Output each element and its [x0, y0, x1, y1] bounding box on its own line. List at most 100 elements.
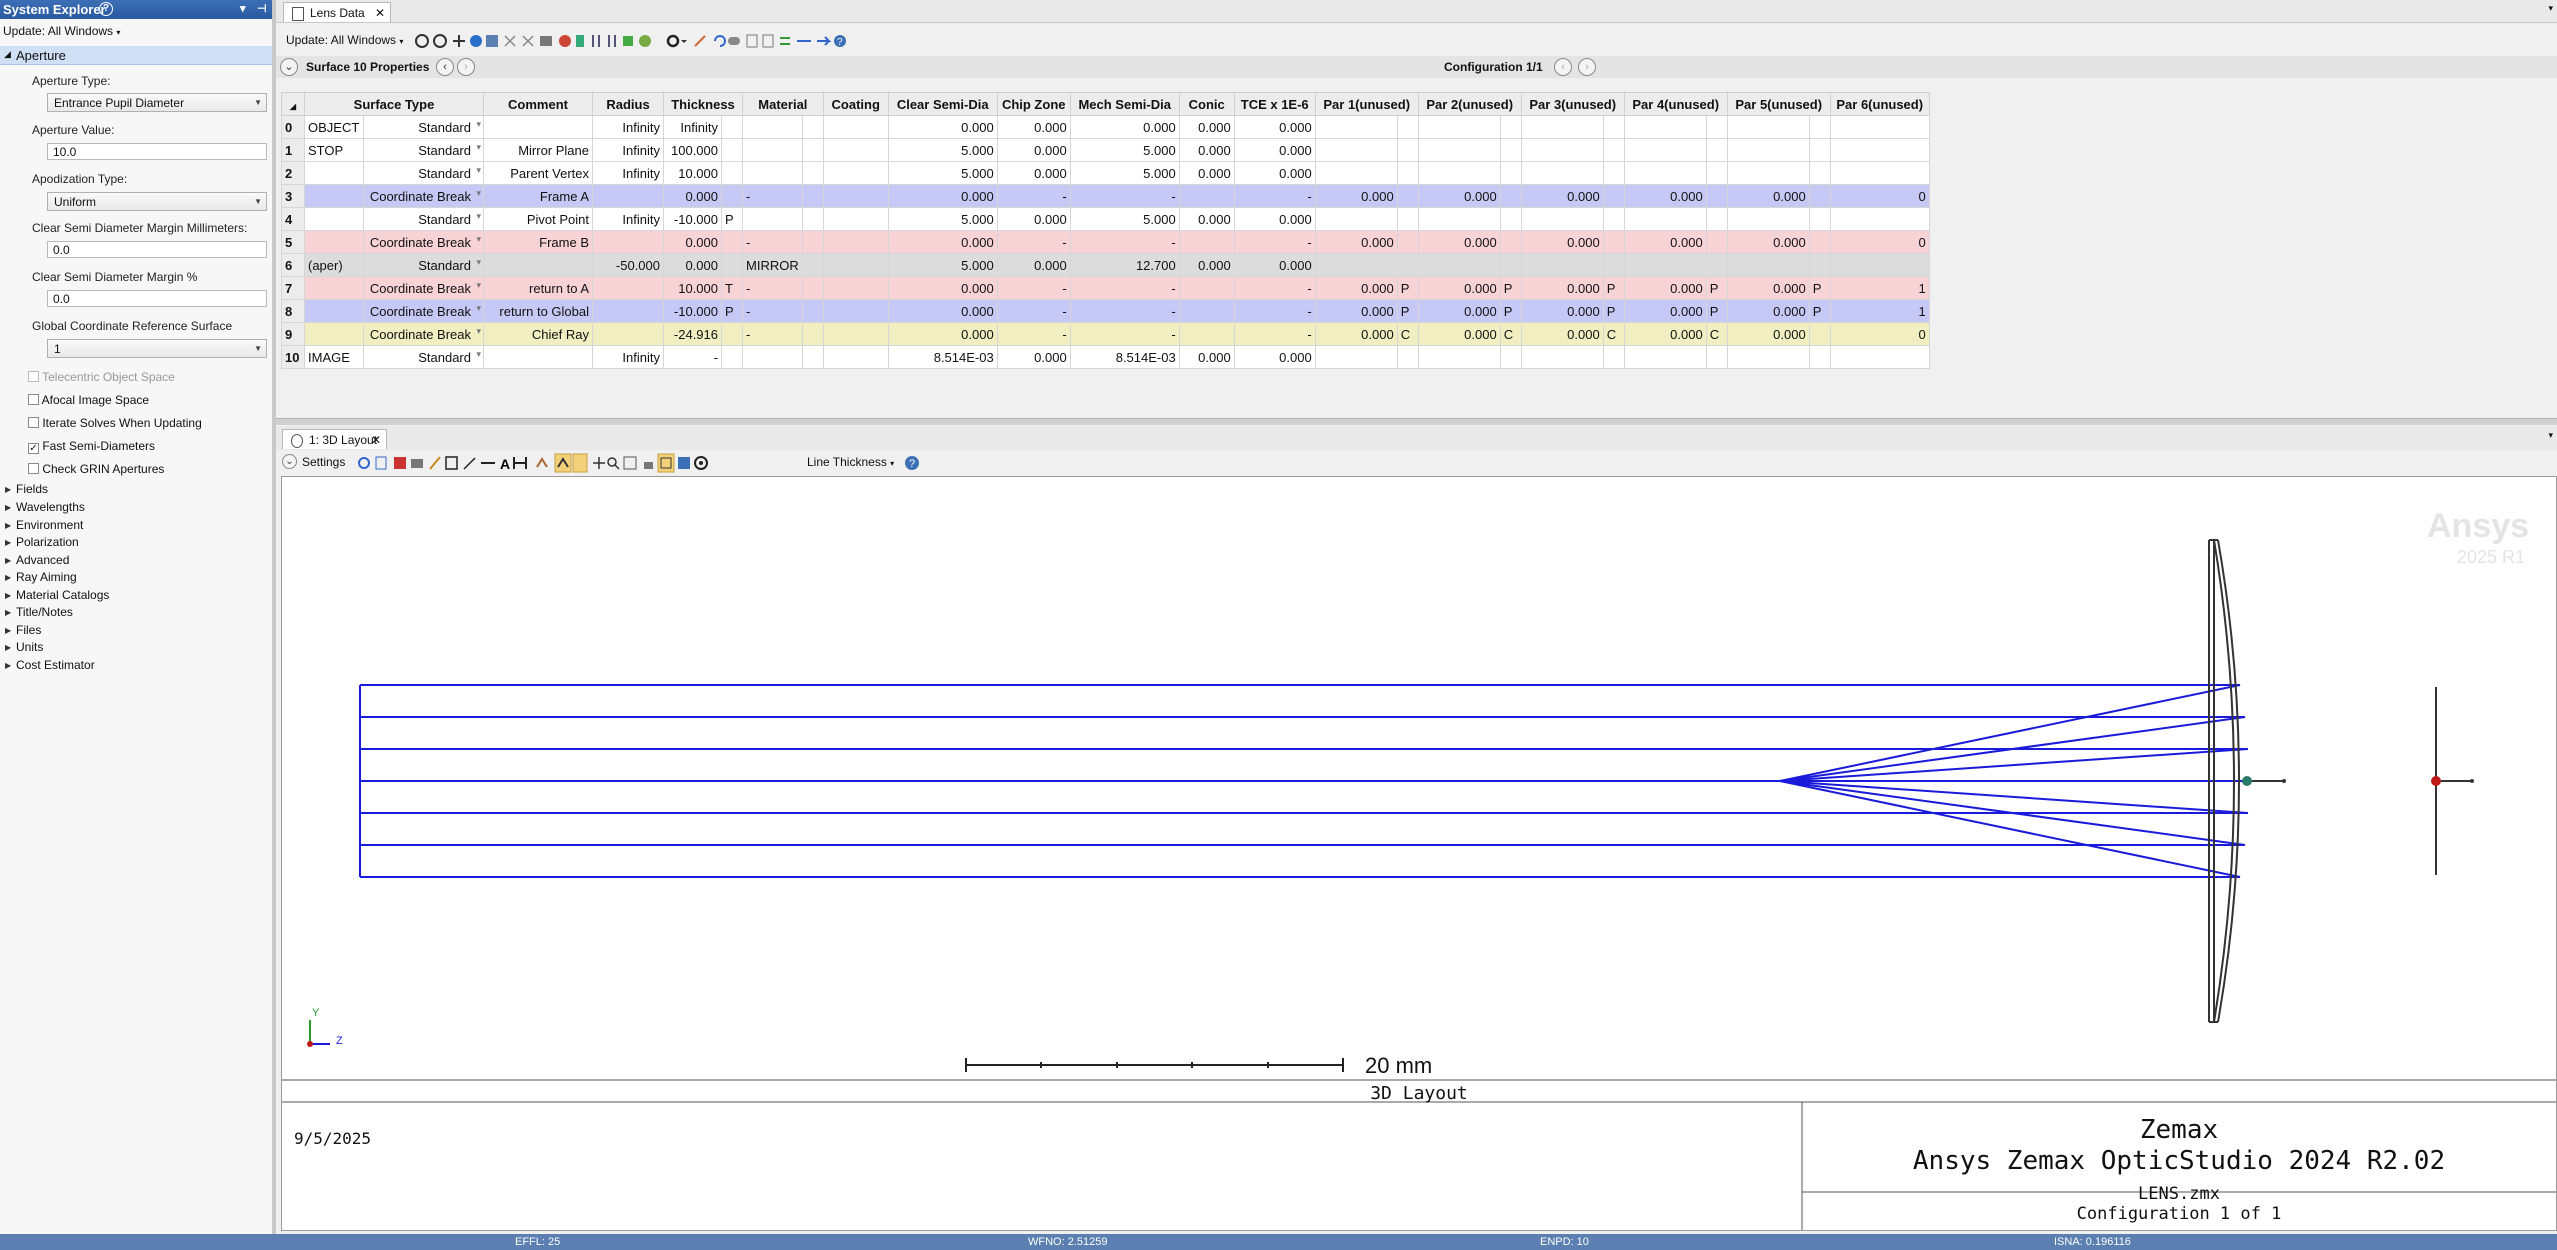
checkbox-box[interactable]: [28, 371, 39, 382]
par5-solve-cell[interactable]: [1808, 345, 1831, 369]
par2-cell[interactable]: 0.000: [1417, 322, 1501, 346]
par5-cell[interactable]: 0.000: [1726, 230, 1810, 254]
table-row[interactable]: 2 StandardParent VertexInfinity10.000 5.00…: [281, 161, 1930, 185]
group-files[interactable]: ▶ Files: [0, 623, 270, 639]
comment-cell[interactable]: Chief Ray: [483, 322, 593, 346]
par1-solve-cell[interactable]: P: [1396, 299, 1419, 323]
thickness-cell[interactable]: -: [663, 345, 722, 369]
surface-number-cell[interactable]: 8: [281, 299, 305, 323]
radius-cell[interactable]: [592, 299, 664, 323]
par3-solve-cell[interactable]: P: [1602, 276, 1625, 300]
comment-cell[interactable]: [483, 115, 593, 139]
conic-cell[interactable]: 0.000: [1178, 253, 1235, 277]
checkbox-telecentric[interactable]: Telecentric Object Space: [28, 370, 175, 384]
par3-cell[interactable]: 0.000: [1520, 276, 1604, 300]
par4-solve-cell[interactable]: [1705, 207, 1728, 231]
par5-solve-cell[interactable]: [1808, 230, 1831, 254]
close-icon[interactable]: ✕: [371, 430, 381, 450]
par3-solve-cell[interactable]: P: [1602, 299, 1625, 323]
par6-cell[interactable]: 0: [1829, 184, 1930, 208]
par3-cell[interactable]: 0.000: [1520, 230, 1604, 254]
checkbox-box[interactable]: [28, 417, 39, 428]
surface-name-cell[interactable]: [303, 322, 365, 346]
thickness-cell[interactable]: Infinity: [663, 115, 722, 139]
chip-zone-cell[interactable]: 0.000: [996, 345, 1071, 369]
conic-cell[interactable]: [1178, 184, 1235, 208]
clear-semi-dia-cell[interactable]: 5.000: [887, 161, 998, 185]
material-solve-cell[interactable]: [801, 276, 824, 300]
surface-number-cell[interactable]: 3: [281, 184, 305, 208]
chip-zone-cell[interactable]: 0.000: [996, 115, 1071, 139]
conic-cell[interactable]: 0.000: [1178, 207, 1235, 231]
par5-solve-cell[interactable]: [1808, 138, 1831, 162]
par5-solve-cell[interactable]: [1808, 161, 1831, 185]
panel-menu-icon[interactable]: ▾: [2548, 3, 2553, 14]
radius-cell[interactable]: Infinity: [592, 115, 664, 139]
par5-solve-cell[interactable]: [1808, 322, 1831, 346]
conic-cell[interactable]: 0.000: [1178, 161, 1235, 185]
conic-cell[interactable]: [1178, 322, 1235, 346]
par5-cell[interactable]: [1726, 207, 1810, 231]
par4-solve-cell[interactable]: [1705, 161, 1728, 185]
par2-cell[interactable]: 0.000: [1417, 230, 1501, 254]
radius-cell[interactable]: Infinity: [592, 345, 664, 369]
tce-cell[interactable]: 0.000: [1233, 207, 1316, 231]
par3-cell[interactable]: [1520, 207, 1604, 231]
coating-cell[interactable]: [822, 161, 889, 185]
table-row[interactable]: 0OBJECTStandardInfinityInfinity0.0000.00…: [281, 115, 1930, 139]
material-cell[interactable]: -: [742, 299, 803, 323]
coating-cell[interactable]: [822, 322, 889, 346]
checkbox-fast-semi-diameters[interactable]: ✓ Fast Semi-Diameters: [28, 439, 155, 454]
par3-solve-cell[interactable]: [1602, 345, 1625, 369]
tab-lens-data[interactable]: Lens Data ✕: [283, 2, 391, 22]
par5-solve-cell[interactable]: P: [1808, 276, 1831, 300]
group-cost-estimator[interactable]: ▶ Cost Estimator: [0, 658, 270, 674]
thickness-cell[interactable]: -24.916: [663, 322, 722, 346]
par2-solve-cell[interactable]: [1499, 253, 1522, 277]
chip-zone-cell[interactable]: -: [996, 299, 1071, 323]
coating-cell[interactable]: [822, 115, 889, 139]
checkbox-check-grin[interactable]: Check GRIN Apertures: [28, 462, 164, 476]
radius-cell[interactable]: Infinity: [592, 207, 664, 231]
table-row[interactable]: 4 StandardPivot PointInfinity-10.000P 5.00…: [281, 207, 1930, 231]
surface-name-cell[interactable]: IMAGE: [303, 345, 365, 369]
chip-zone-cell[interactable]: 0.000: [996, 207, 1071, 231]
surface-type-cell[interactable]: Coordinate Break: [363, 230, 484, 254]
par6-cell[interactable]: 0: [1829, 322, 1930, 346]
par6-cell[interactable]: 1: [1829, 276, 1930, 300]
surface-name-cell[interactable]: (aper): [303, 253, 365, 277]
thickness-solve-cell[interactable]: [721, 115, 743, 139]
par4-cell[interactable]: [1623, 345, 1707, 369]
surface-number-cell[interactable]: 7: [281, 276, 305, 300]
mech-semi-dia-cell[interactable]: 8.514E-03: [1069, 345, 1180, 369]
group-wavelengths[interactable]: ▶ Wavelengths: [0, 500, 270, 516]
par4-cell[interactable]: 0.000: [1623, 299, 1707, 323]
coating-cell[interactable]: [822, 207, 889, 231]
par4-solve-cell[interactable]: [1705, 345, 1728, 369]
next-config-button[interactable]: ›: [1578, 58, 1596, 76]
checkbox-iterate-solves[interactable]: Iterate Solves When Updating: [28, 416, 202, 430]
par4-cell[interactable]: 0.000: [1623, 184, 1707, 208]
thickness-solve-cell[interactable]: T: [721, 276, 743, 300]
surface-number-cell[interactable]: 0: [281, 115, 305, 139]
par5-cell[interactable]: 0.000: [1726, 184, 1810, 208]
col-header-par6[interactable]: Par 6(unused): [1829, 92, 1930, 116]
comment-cell[interactable]: Pivot Point: [483, 207, 593, 231]
col-header-chip-zone[interactable]: Chip Zone: [996, 92, 1071, 116]
comment-cell[interactable]: return to Global: [483, 299, 593, 323]
material-cell[interactable]: [742, 115, 803, 139]
coating-cell[interactable]: [822, 230, 889, 254]
comment-cell[interactable]: Parent Vertex: [483, 161, 593, 185]
mech-semi-dia-cell[interactable]: 12.700: [1069, 253, 1180, 277]
radius-cell[interactable]: [592, 322, 664, 346]
aperture-section-header[interactable]: ◢ Aperture: [0, 46, 272, 65]
tce-cell[interactable]: 0.000: [1233, 253, 1316, 277]
material-solve-cell[interactable]: [801, 161, 824, 185]
surface-name-cell[interactable]: [303, 207, 365, 231]
par5-solve-cell[interactable]: [1808, 253, 1831, 277]
table-row[interactable]: 7Coordinate Breakreturn to A10.000T-0.00…: [281, 276, 1930, 300]
chip-zone-cell[interactable]: -: [996, 184, 1071, 208]
par1-cell[interactable]: [1314, 253, 1398, 277]
comment-cell[interactable]: [483, 253, 593, 277]
material-cell[interactable]: -: [742, 322, 803, 346]
